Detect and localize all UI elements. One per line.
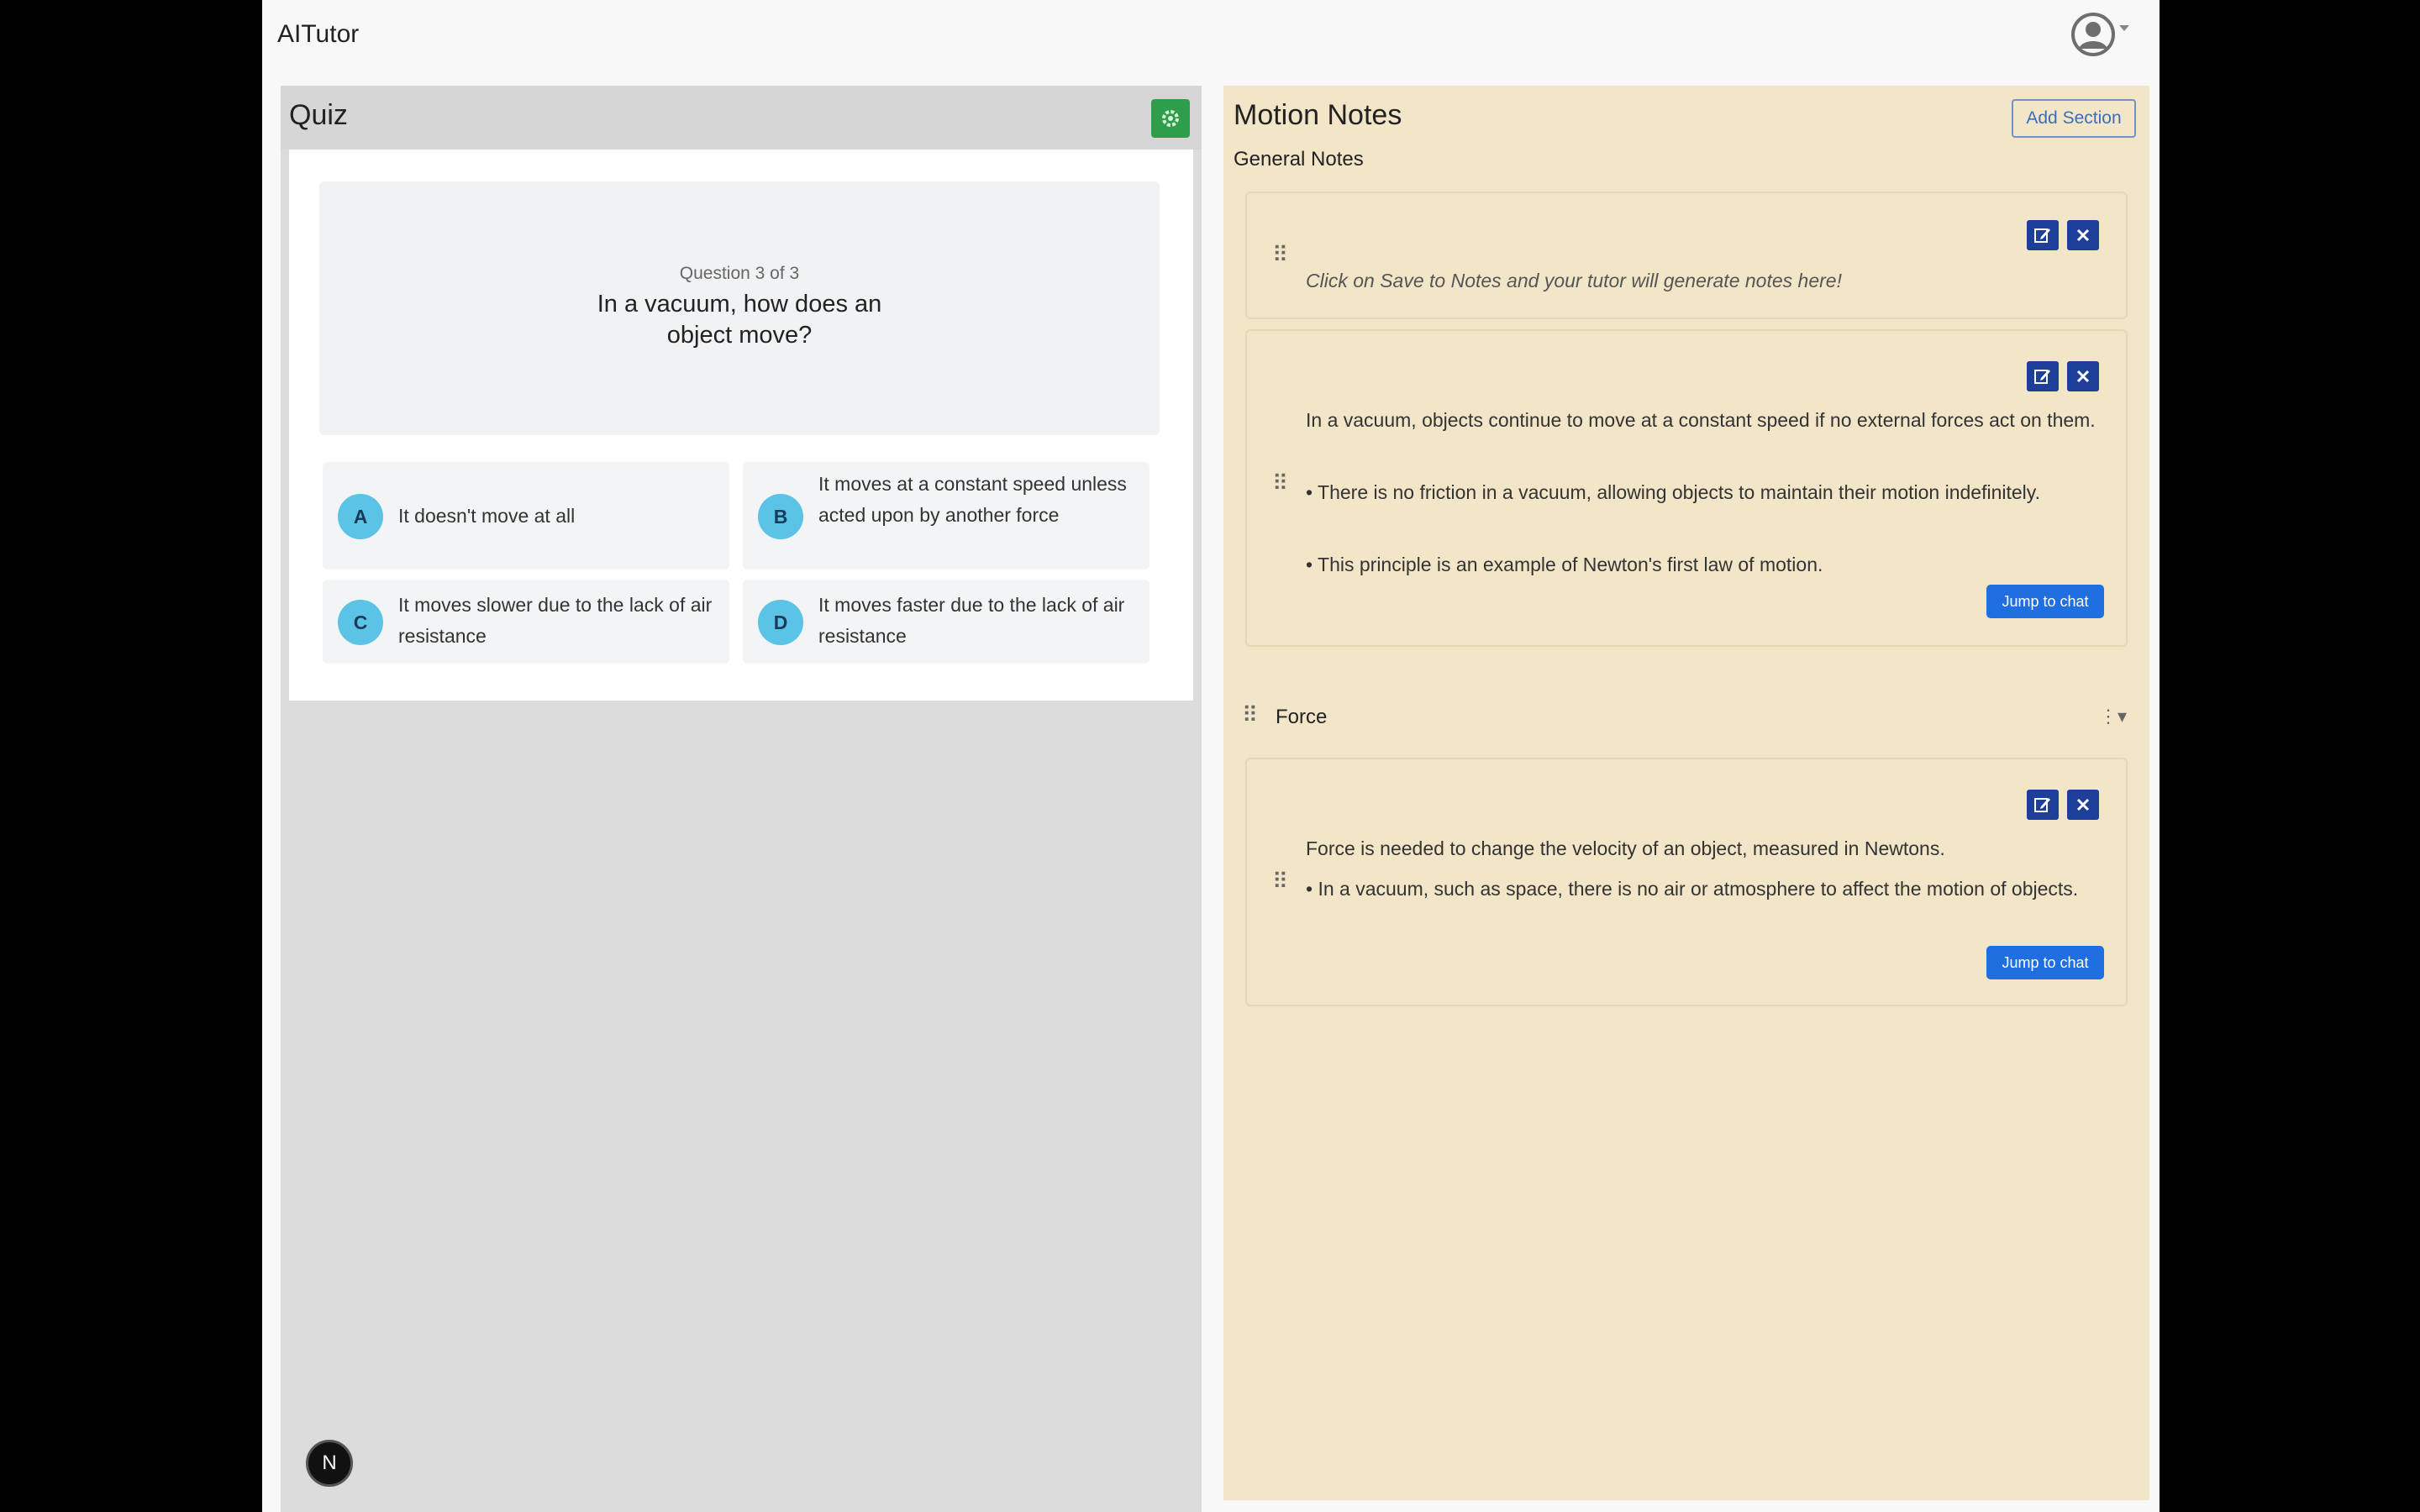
quiz-panel: Quiz Question 3 of 3 In a vacuum, how do… [281,86,1202,1512]
edit-button[interactable] [2027,790,2059,820]
option-letter: C [338,600,383,645]
kebab-menu-icon[interactable]: ⋮▾ [2099,706,2127,727]
gear-icon [1162,110,1179,127]
delete-button[interactable] [2067,220,2099,250]
option-text: It moves at a constant speed unless acte… [818,473,1127,526]
app-brand[interactable]: AITutor [277,20,359,49]
note-text: Force is needed to change the velocity o… [1306,837,1945,859]
jump-to-chat-button[interactable]: Jump to chat [1986,946,2104,979]
notes-panel: Motion Notes Add Section General Notes ⠿… [1223,86,2149,1500]
edit-icon [2034,798,2050,812]
note-card: ⠿ Force is needed to change the velocity… [1245,758,2128,1006]
edit-button[interactable] [2027,361,2059,391]
close-icon [2076,228,2090,242]
close-icon [2076,370,2090,383]
question-box: Question 3 of 3 In a vacuum, how does an… [319,181,1160,435]
note-card: ⠿ In a vacuum, objects continue to move … [1245,329,2128,647]
drag-handle-icon[interactable]: ⠿ [1272,470,1288,496]
general-notes-label: General Notes [1234,148,1364,171]
question-counter: Question 3 of 3 [679,264,800,283]
option-letter: B [758,494,803,539]
note-bullet: • There is no friction in a vacuum, allo… [1306,481,2040,503]
user-circle-icon [2071,13,2115,56]
option-text: It doesn't move at all [398,505,576,527]
section-title-force: Force [1276,706,1328,728]
close-icon [2076,798,2090,811]
note-bullet: • In a vacuum, such as space, there is n… [1306,878,2079,900]
option-b[interactable]: B It moves at a constant speed unless ac… [743,462,1150,570]
option-a[interactable]: A It doesn't move at all [323,462,729,570]
edit-button[interactable] [2027,220,2059,250]
notes-title: Motion Notes [1234,99,1402,131]
edit-icon [2034,370,2050,384]
app-window: AITutor Quiz Question 3 of 3 In a vacuum… [262,0,2160,1512]
option-c[interactable]: C It moves slower due to the lack of air… [323,580,729,664]
option-text: It moves faster due to the lack of air r… [818,594,1125,647]
quiz-settings-button[interactable] [1151,99,1190,138]
jump-to-chat-button[interactable]: Jump to chat [1986,585,2104,618]
drag-handle-icon[interactable]: ⠿ [1272,869,1288,895]
quiz-header: Quiz [281,86,1202,150]
edit-icon [2034,228,2050,243]
quiz-card: Question 3 of 3 In a vacuum, how does an… [289,150,1193,701]
chevron-down-icon [2119,25,2129,31]
delete-button[interactable] [2067,790,2099,820]
option-letter: A [338,494,383,539]
note-text: In a vacuum, objects continue to move at… [1306,409,2096,431]
note-placeholder-text: Click on Save to Notes and your tutor wi… [1306,270,1842,291]
option-text: It moves slower due to the lack of air r… [398,594,713,647]
note-card: ⠿ Click on Save to Notes and your tutor … [1245,192,2128,319]
option-d[interactable]: D It moves faster due to the lack of air… [743,580,1150,664]
next-logo-icon[interactable]: N [306,1440,353,1487]
drag-handle-icon[interactable]: ⠿ [1272,242,1288,268]
user-menu-button[interactable] [2070,12,2123,59]
note-bullet: • This principle is an example of Newton… [1306,554,1823,575]
quiz-title: Quiz [289,99,348,131]
add-section-button[interactable]: Add Section [2012,99,2136,138]
navbar: AITutor [262,0,2160,72]
option-letter: D [758,600,803,645]
question-text: In a vacuum, how does an object move? [597,291,882,349]
delete-button[interactable] [2067,361,2099,391]
drag-handle-icon[interactable]: ⠿ [1242,702,1258,728]
